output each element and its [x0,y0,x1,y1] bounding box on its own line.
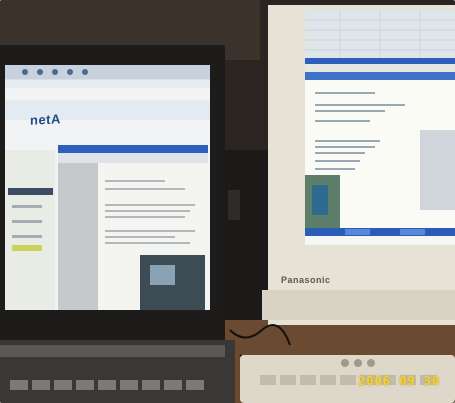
photo-frame: netA Panasonic 2006 09 30 [0,0,455,403]
crt-taskbar [305,228,455,236]
laptop-hinge [0,345,225,357]
photo-drawing [0,0,455,403]
laptop-browser-toolbar [5,65,210,79]
laptop-webpage-sidebar [5,150,55,310]
laptop-sidebar-button [12,245,42,251]
crt-taskbar-button [345,229,370,235]
monitor-brand: Panasonic [281,275,331,285]
date-stamp: 2006 09 30 [358,374,441,388]
office-desk-photo: netA Panasonic 2006 09 30 [0,0,455,403]
laptop-sidebar-heading [8,188,53,195]
crt-window-titlebar [305,58,455,64]
laptop-inner-window-photo-detail [150,265,175,285]
crt-taskbar-button [400,229,425,235]
pc-tower-drive [228,190,240,220]
laptop-screen-logo: netA [30,111,61,128]
crt-side-panel [420,130,455,210]
crt-window-toolbar [305,64,455,72]
laptop-inner-window-sidepane [58,163,98,310]
laptop-inner-window-titlebar [58,145,208,153]
laptop-address-bar [5,80,210,88]
laptop-inner-window-toolbar [58,153,208,163]
crt-monitor-chin [262,290,455,320]
laptop-keys [10,380,204,390]
keyboard-media-buttons [341,359,375,367]
crt-window-menubar [305,72,455,80]
crt-window-photo-detail [312,185,328,215]
